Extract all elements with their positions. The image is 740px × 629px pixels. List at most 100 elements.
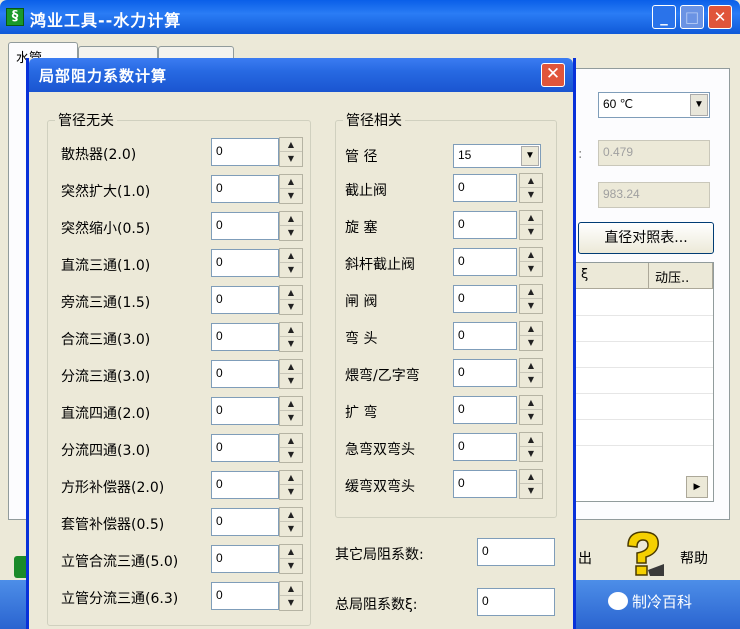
spin-down-arrow-icon[interactable]: ▼ <box>280 374 302 388</box>
spin-up-arrow-icon[interactable]: ▲ <box>520 248 542 262</box>
spin-up-arrow-icon[interactable]: ▲ <box>520 359 542 373</box>
left-item-6-spinner[interactable]: ▲ ▼ <box>279 322 303 352</box>
right-item-8-field[interactable]: 0 <box>453 433 517 461</box>
spin-up-arrow-icon[interactable]: ▲ <box>280 434 302 448</box>
help-button-label[interactable]: 帮助 <box>680 548 708 568</box>
spin-down-arrow-icon[interactable]: ▼ <box>520 410 542 424</box>
left-item-10-field[interactable]: 0 <box>211 471 279 499</box>
spin-down-arrow-icon[interactable]: ▼ <box>280 337 302 351</box>
temperature-select[interactable]: 60 ℃ ▼ <box>598 92 710 118</box>
spin-up-arrow-icon[interactable]: ▲ <box>280 286 302 300</box>
left-item-2-field[interactable]: 0 <box>211 175 279 203</box>
spin-down-arrow-icon[interactable]: ▼ <box>280 411 302 425</box>
right-item-5-spinner[interactable]: ▲ ▼ <box>519 321 543 351</box>
right-item-1-field[interactable]: 0 <box>453 174 517 202</box>
spin-down-arrow-icon[interactable]: ▼ <box>280 522 302 536</box>
spin-up-arrow-icon[interactable]: ▲ <box>520 285 542 299</box>
results-grid[interactable]: ξ 动压.. <box>574 262 714 502</box>
right-item-2-field[interactable]: 0 <box>453 211 517 239</box>
scroll-right-arrow-icon[interactable]: ▶ <box>686 476 708 498</box>
left-item-8-spinner[interactable]: ▲ ▼ <box>279 396 303 426</box>
spin-down-arrow-icon[interactable]: ▼ <box>280 485 302 499</box>
spin-up-arrow-icon[interactable]: ▲ <box>280 545 302 559</box>
left-item-8-field[interactable]: 0 <box>211 397 279 425</box>
spin-up-arrow-icon[interactable]: ▲ <box>520 211 542 225</box>
right-item-9-spinner[interactable]: ▲ ▼ <box>519 469 543 499</box>
spin-up-arrow-icon[interactable]: ▲ <box>280 175 302 189</box>
spin-up-arrow-icon[interactable]: ▲ <box>520 322 542 336</box>
right-item-9-field[interactable]: 0 <box>453 470 517 498</box>
left-item-11-field[interactable]: 0 <box>211 508 279 536</box>
main-titlebar[interactable]: § 鸿业工具--水力计算 _ □ ✕ <box>0 0 740 34</box>
left-item-1-spinner[interactable]: ▲ ▼ <box>279 137 303 167</box>
spin-down-arrow-icon[interactable]: ▼ <box>280 559 302 573</box>
left-item-10-spinner[interactable]: ▲ ▼ <box>279 470 303 500</box>
left-item-3-spinner[interactable]: ▲ ▼ <box>279 211 303 241</box>
spin-down-arrow-icon[interactable]: ▼ <box>520 188 542 202</box>
right-item-3-field[interactable]: 0 <box>453 248 517 276</box>
left-item-7-spinner[interactable]: ▲ ▼ <box>279 359 303 389</box>
spin-down-arrow-icon[interactable]: ▼ <box>280 300 302 314</box>
left-item-7-field[interactable]: 0 <box>211 360 279 388</box>
close-button[interactable]: ✕ <box>708 5 732 29</box>
maximize-button[interactable]: □ <box>680 5 704 29</box>
left-item-9-spinner[interactable]: ▲ ▼ <box>279 433 303 463</box>
spin-down-arrow-icon[interactable]: ▼ <box>520 447 542 461</box>
spin-up-arrow-icon[interactable]: ▲ <box>280 212 302 226</box>
spin-down-arrow-icon[interactable]: ▼ <box>520 262 542 276</box>
spin-down-arrow-icon[interactable]: ▼ <box>520 484 542 498</box>
spin-down-arrow-icon[interactable]: ▼ <box>520 336 542 350</box>
right-item-8-spinner[interactable]: ▲ ▼ <box>519 432 543 462</box>
left-item-11-spinner[interactable]: ▲ ▼ <box>279 507 303 537</box>
left-item-5-spinner[interactable]: ▲ ▼ <box>279 285 303 315</box>
chevron-down-icon[interactable]: ▼ <box>690 94 708 116</box>
spin-up-arrow-icon[interactable]: ▲ <box>280 508 302 522</box>
grid-header-xi[interactable]: ξ <box>575 263 649 289</box>
spin-up-arrow-icon[interactable]: ▲ <box>280 138 302 152</box>
left-item-13-field[interactable]: 0 <box>211 582 279 610</box>
spin-down-arrow-icon[interactable]: ▼ <box>520 373 542 387</box>
right-item-7-field[interactable]: 0 <box>453 396 517 424</box>
left-item-13-spinner[interactable]: ▲ ▼ <box>279 581 303 611</box>
right-item-2-spinner[interactable]: ▲ ▼ <box>519 210 543 240</box>
spin-up-arrow-icon[interactable]: ▲ <box>520 396 542 410</box>
spin-down-arrow-icon[interactable]: ▼ <box>280 263 302 277</box>
chevron-down-icon[interactable]: ▼ <box>521 146 539 166</box>
right-item-6-field[interactable]: 0 <box>453 359 517 387</box>
spin-up-arrow-icon[interactable]: ▲ <box>520 470 542 484</box>
spin-down-arrow-icon[interactable]: ▼ <box>280 189 302 203</box>
diameter-select[interactable]: 15 ▼ <box>453 144 541 168</box>
right-item-4-spinner[interactable]: ▲ ▼ <box>519 284 543 314</box>
spin-down-arrow-icon[interactable]: ▼ <box>520 225 542 239</box>
right-item-7-spinner[interactable]: ▲ ▼ <box>519 395 543 425</box>
right-item-4-field[interactable]: 0 <box>453 285 517 313</box>
spin-up-arrow-icon[interactable]: ▲ <box>280 323 302 337</box>
dialog-close-button[interactable]: ✕ <box>541 63 565 87</box>
left-item-9-field[interactable]: 0 <box>211 434 279 462</box>
right-item-6-spinner[interactable]: ▲ ▼ <box>519 358 543 388</box>
dialog-titlebar[interactable]: 局部阻力系数计算 ✕ <box>29 58 573 92</box>
other-coefficient-field[interactable]: 0 <box>477 538 555 566</box>
spin-up-arrow-icon[interactable]: ▲ <box>520 174 542 188</box>
spin-down-arrow-icon[interactable]: ▼ <box>280 596 302 610</box>
right-item-5-field[interactable]: 0 <box>453 322 517 350</box>
exit-button-label[interactable]: 出 <box>578 548 592 568</box>
help-question-icon[interactable] <box>620 530 666 578</box>
spin-down-arrow-icon[interactable]: ▼ <box>280 226 302 240</box>
grid-header-dynamic-pressure[interactable]: 动压.. <box>649 263 713 289</box>
left-item-5-field[interactable]: 0 <box>211 286 279 314</box>
right-item-1-spinner[interactable]: ▲ ▼ <box>519 173 543 203</box>
right-item-3-spinner[interactable]: ▲ ▼ <box>519 247 543 277</box>
spin-up-arrow-icon[interactable]: ▲ <box>280 397 302 411</box>
spin-up-arrow-icon[interactable]: ▲ <box>280 360 302 374</box>
spin-up-arrow-icon[interactable]: ▲ <box>280 249 302 263</box>
spin-up-arrow-icon[interactable]: ▲ <box>280 471 302 485</box>
diameter-table-button[interactable]: 直径对照表... <box>578 222 714 254</box>
left-item-1-field[interactable]: 0 <box>211 138 279 166</box>
spin-up-arrow-icon[interactable]: ▲ <box>280 582 302 596</box>
spin-up-arrow-icon[interactable]: ▲ <box>520 433 542 447</box>
spin-down-arrow-icon[interactable]: ▼ <box>280 448 302 462</box>
left-item-4-field[interactable]: 0 <box>211 249 279 277</box>
left-item-12-field[interactable]: 0 <box>211 545 279 573</box>
left-item-2-spinner[interactable]: ▲ ▼ <box>279 174 303 204</box>
